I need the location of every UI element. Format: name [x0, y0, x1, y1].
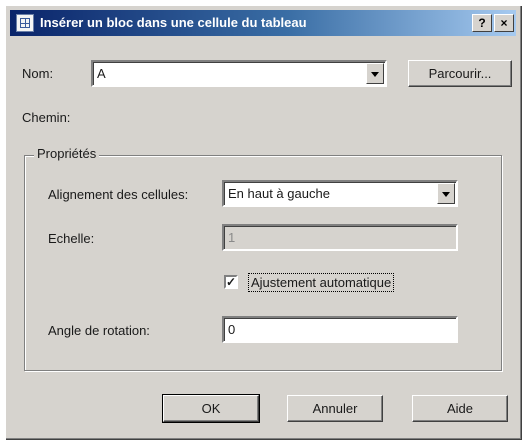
- table-icon: [16, 14, 34, 32]
- cancel-button[interactable]: Annuler: [287, 395, 383, 422]
- title-bar[interactable]: Insérer un bloc dans une cellule du tabl…: [10, 10, 516, 36]
- name-value: A: [97, 66, 106, 81]
- name-dropdown[interactable]: A: [91, 60, 387, 87]
- rotation-input[interactable]: 0: [222, 316, 458, 343]
- browse-button[interactable]: Parcourir...: [408, 60, 512, 87]
- path-label: Chemin:: [22, 110, 71, 125]
- ok-button[interactable]: OK: [162, 394, 260, 423]
- help-question-button[interactable]: ?: [472, 14, 492, 32]
- scale-input[interactable]: 1: [222, 224, 458, 251]
- properties-title: Propriétés: [34, 146, 100, 161]
- scale-label: Echelle:: [48, 231, 95, 246]
- chevron-down-icon[interactable]: [437, 183, 455, 204]
- rotation-value: 0: [228, 322, 236, 337]
- close-button[interactable]: ×: [494, 14, 514, 32]
- alignment-value: En haut à gauche: [228, 186, 330, 201]
- alignment-label: Alignement des cellules:: [48, 187, 189, 202]
- rotation-label: Angle de rotation:: [48, 323, 150, 338]
- dialog-title: Insérer un bloc dans une cellule du tabl…: [40, 15, 307, 30]
- autofit-checkbox[interactable]: ✓: [224, 275, 238, 289]
- alignment-dropdown[interactable]: En haut à gauche: [222, 180, 458, 207]
- help-button[interactable]: Aide: [412, 395, 508, 422]
- name-label: Nom:: [22, 66, 54, 81]
- chevron-down-icon[interactable]: [366, 63, 384, 84]
- scale-value: 1: [228, 230, 236, 245]
- autofit-label[interactable]: Ajustement automatique: [248, 273, 395, 292]
